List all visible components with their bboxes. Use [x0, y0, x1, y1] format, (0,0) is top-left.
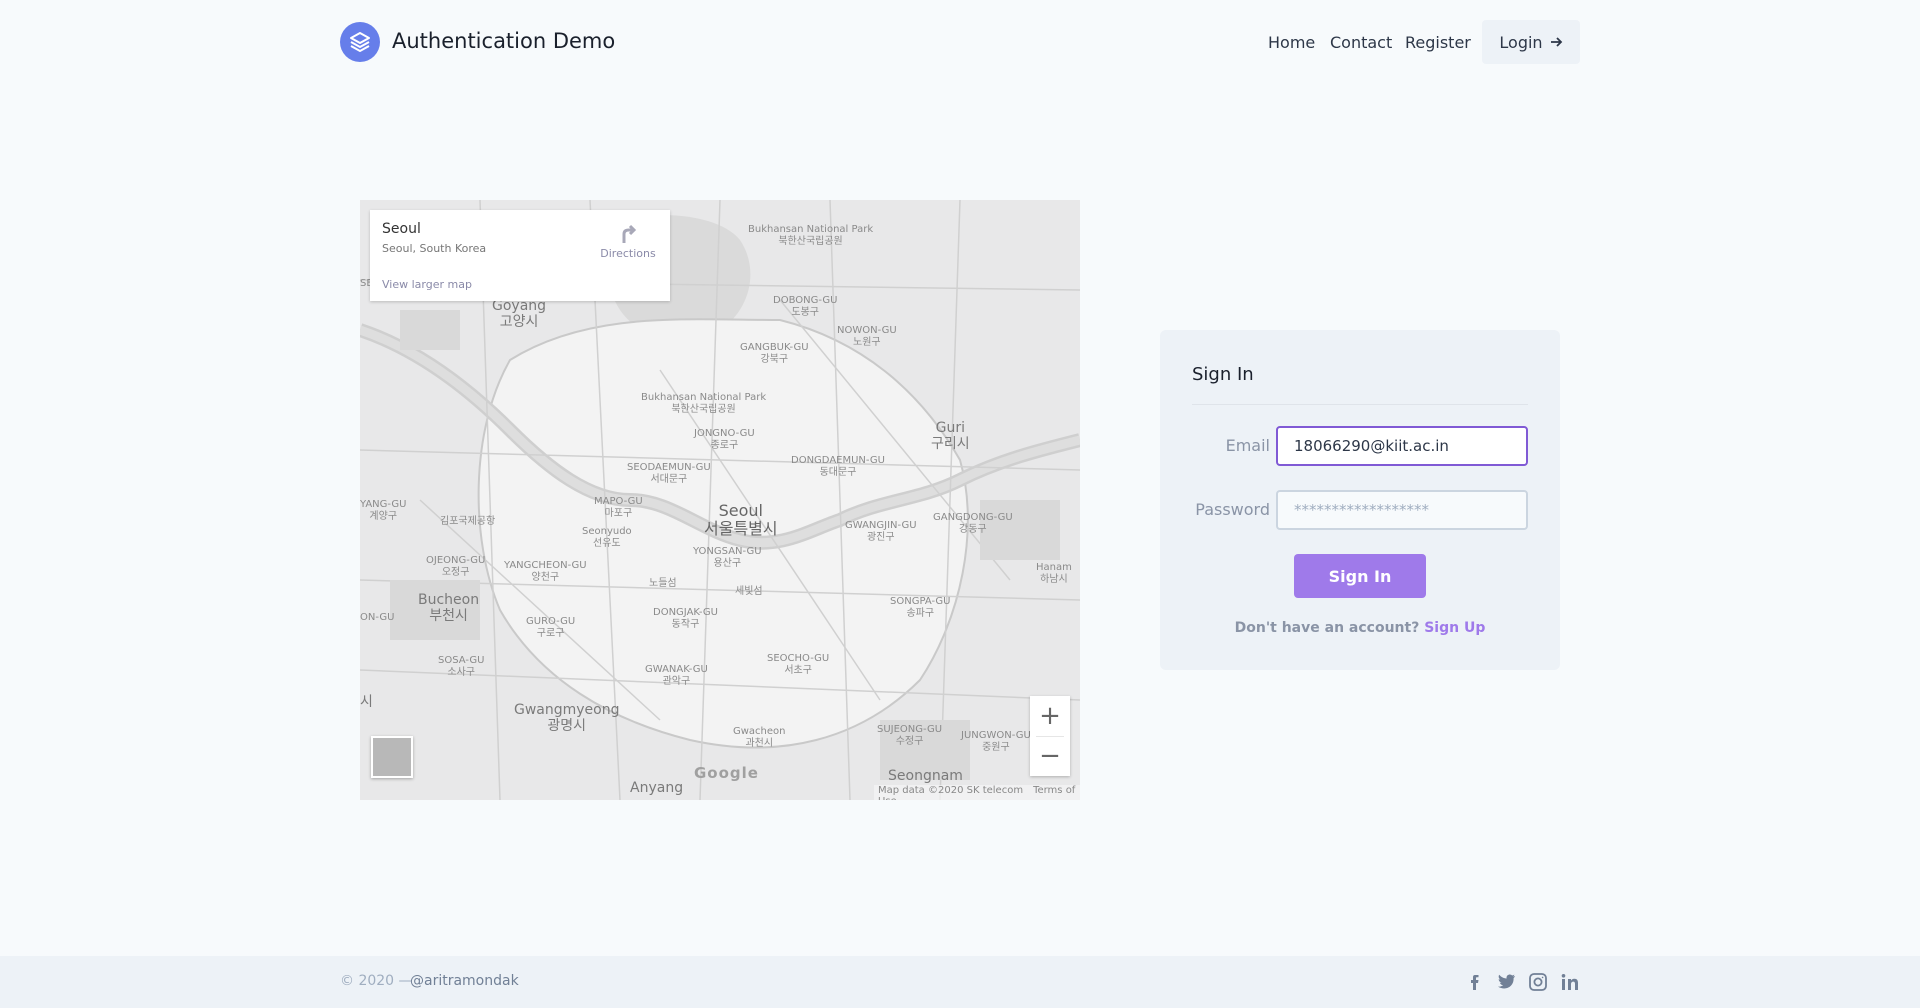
map-label-seongnam: Seongnam: [888, 768, 963, 784]
map-label-seonyudo: Seonyudo 선유도: [582, 526, 632, 549]
map-label-gwangjin: GWANGJIN-GU 광진구: [845, 520, 917, 543]
view-larger-map-link[interactable]: View larger map: [382, 278, 472, 291]
map-attribution: Map data ©2020 SK telecomTerms of Use: [874, 785, 1080, 800]
map-label-gangbuk: GANGBUK-GU 강북구: [740, 342, 809, 365]
satellite-toggle[interactable]: [371, 736, 413, 778]
map-data-text: Map data ©2020 SK telecom: [878, 785, 1024, 796]
map-label-seocho: SEOCHO-GU 서초구: [767, 653, 830, 676]
nav-contact[interactable]: Contact: [1330, 33, 1392, 52]
directions-label: Directions: [600, 247, 656, 260]
copyright: © 2020 —: [340, 973, 413, 989]
nav-register[interactable]: Register: [1405, 33, 1471, 52]
google-map[interactable]: Bukhansan National Park 북한산국립공원 Goyang 고양시…: [360, 200, 1080, 800]
divider: [1192, 404, 1528, 405]
map-label-nowon: NOWON-GU 노원구: [837, 325, 897, 348]
map-label-guri: Guri 구리시: [931, 420, 970, 453]
signin-title: Sign In: [1192, 364, 1254, 385]
map-label-seoul: Seoul 서울특별시: [704, 501, 778, 539]
map-label-ongu: ON-GU: [360, 612, 395, 623]
map-label-nodeulseom: 노들섬: [649, 578, 677, 589]
map-label-yangcheon: YANGCHEON-GU 양천구: [504, 560, 587, 583]
map-label-yang-left: YANG-GU 계양구: [360, 499, 407, 522]
twitter-icon[interactable]: [1495, 972, 1517, 992]
map-label-sosa: SOSA-GU 소사구: [438, 655, 485, 678]
layers-logo-icon[interactable]: [340, 22, 380, 62]
map-place-card: Seoul Seoul, South Korea View larger map…: [370, 210, 670, 301]
map-label-gimpo: 김포국제공항: [440, 516, 496, 527]
signup-link[interactable]: Sign Up: [1424, 620, 1485, 636]
email-field[interactable]: [1276, 426, 1528, 466]
map-label-seodaemun: SEODAEMUN-GU 서대문구: [627, 462, 711, 485]
map-label-gwacheon: Gwacheon 과천시: [733, 726, 786, 749]
map-label-gwangmyeong: Gwangmyeong 광명시: [514, 702, 620, 735]
zoom-in-button[interactable]: +: [1030, 696, 1070, 736]
map-label-jungwon: JUNGWON-GU 중원구: [961, 730, 1031, 753]
instagram-icon[interactable]: [1527, 972, 1549, 992]
linkedin-icon[interactable]: [1559, 972, 1581, 992]
map-label-goyang: Goyang 고양시: [492, 298, 547, 331]
nav-home[interactable]: Home: [1268, 33, 1315, 52]
map-label-jongno: JONGNO-GU 종로구: [694, 428, 755, 451]
facebook-icon[interactable]: [1464, 972, 1486, 992]
email-label: Email: [1225, 436, 1270, 455]
map-label-bucheon: Bucheon 부천시: [418, 592, 480, 625]
password-field[interactable]: [1276, 490, 1528, 530]
signup-prompt: Don't have an account? Sign Up: [1160, 620, 1560, 636]
map-label-anyang: Anyang: [630, 780, 684, 796]
map-label-songpa: SONGPA-GU 송파구: [890, 596, 951, 619]
map-label-sujeong: SUJEONG-GU 수정구: [877, 724, 943, 747]
directions-button[interactable]: Directions: [598, 222, 658, 260]
author-link[interactable]: @aritramondak: [410, 973, 519, 989]
signin-card: Sign In Email Password Sign In Don't hav…: [1160, 330, 1560, 670]
map-label-park2: Bukhansan National Park 북한산국립공원: [641, 392, 767, 415]
map-label-park1: Bukhansan National Park 북한산국립공원: [748, 224, 874, 247]
login-label: Login: [1499, 32, 1543, 52]
google-logo: Google: [694, 764, 759, 782]
map-label-sebitseom: 세빛섬: [735, 586, 763, 597]
zoom-divider: [1036, 736, 1064, 737]
map-label-dongdaemun: DONGDAEMUN-GU 동대문구: [791, 455, 885, 478]
brand-title[interactable]: Authentication Demo: [392, 29, 615, 53]
map-label-guro: GURO-GU 구로구: [526, 616, 576, 639]
map-label-edge-si: 시: [360, 694, 373, 710]
map-label-gwanak: GWANAK-GU 관악구: [645, 664, 708, 687]
map-label-mapo: MAPO-GU 마포구: [594, 496, 643, 519]
site-footer: © 2020 — @aritramondak: [0, 956, 1920, 1008]
zoom-controls: + −: [1030, 696, 1070, 776]
signin-button[interactable]: Sign In: [1294, 554, 1426, 598]
place-name: Seoul: [382, 221, 421, 237]
map-label-hanam: Hanam 하남시: [1036, 562, 1072, 585]
place-address: Seoul, South Korea: [382, 242, 487, 255]
map-label-dongjak: DONGJAK-GU 동작구: [653, 607, 718, 630]
map-label-yongsan: YONGSAN-GU 용산구: [693, 546, 762, 569]
directions-icon: [622, 224, 637, 243]
map-label-ojeong: OJEONG-GU 오정구: [426, 555, 486, 578]
login-button[interactable]: Login: [1482, 20, 1580, 64]
map-label-dobong: DOBONG-GU 도봉구: [773, 295, 838, 318]
password-label: Password: [1195, 500, 1270, 519]
site-header: Authentication Demo Home Contact Registe…: [0, 0, 1920, 86]
no-account-text: Don't have an account?: [1234, 620, 1420, 636]
zoom-out-button[interactable]: −: [1030, 736, 1070, 776]
arrow-right-icon: [1550, 37, 1562, 47]
map-label-gangdong: GANGDONG-GU 강동구: [933, 512, 1013, 535]
